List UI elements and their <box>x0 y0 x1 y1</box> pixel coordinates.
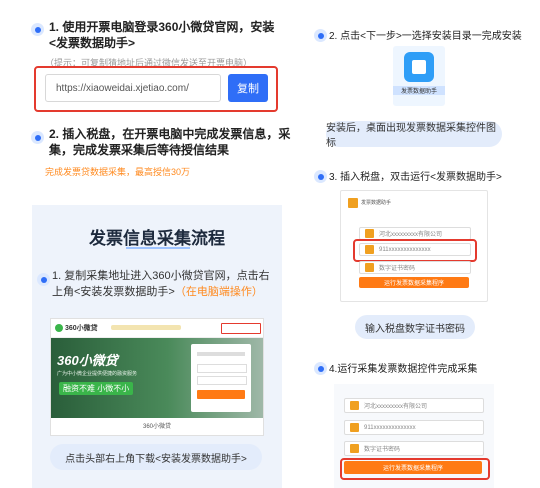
site-hero: 360小微贷 广为中小微企业提供便捷的融资服务 融资不难 小微不小 <box>51 338 263 418</box>
r3-field1-text: 河北xxxxxxxxx有限公司 <box>379 232 443 238</box>
url-field[interactable]: https://xiaoweidai.xjetiao.com/ <box>45 74 221 102</box>
copy-button[interactable]: 复制 <box>228 74 268 102</box>
flow-title-underline <box>126 247 190 249</box>
r4-field3[interactable]: 数字证书密码 <box>344 441 484 456</box>
r-step3-pill: 输入税盘数字证书密码 <box>355 315 475 339</box>
r3-field3-text: 数字证书密码 <box>379 266 416 272</box>
r-step2-pill: 安装后，桌面出现发票数据采集控件图标 <box>326 121 502 149</box>
r3-field3-icon <box>365 263 374 272</box>
app-icon-inner <box>412 60 426 74</box>
step1-line1: 1. 使用开票电脑登录360小微贷官网，安装 <box>49 20 275 34</box>
site-slogan: 融资不难 小微不小 <box>59 382 134 395</box>
site-notice-bar <box>111 325 181 330</box>
site-logo-icon <box>55 324 63 332</box>
site-login-card <box>191 344 251 412</box>
site-hero-text: 360小微贷 <box>57 353 118 368</box>
flow-step1-line2-main: 上角<安装发票数据助手> <box>52 286 175 298</box>
r4-field1-text: 河北xxxxxxxxx有限公司 <box>364 404 428 410</box>
site-hero-sub: 广为中小微企业提供便捷的融资服务 <box>57 371 138 377</box>
r-step3-card: 发票数据助手 河北xxxxxxxxx有限公司 911xxxxxxxxxxxxxx… <box>340 190 488 302</box>
site-logo: 360小微贷 <box>65 325 98 332</box>
r3-field2-text: 911xxxxxxxxxxxxxx <box>379 246 431 253</box>
step2-line2: 集，完成发票采集后等待授信结果 <box>49 143 230 157</box>
step1-bullet-icon <box>31 23 44 36</box>
r3-field3[interactable]: 数字证书密码 <box>359 261 471 274</box>
flow-step1-bullet-icon <box>37 273 50 286</box>
login-line1 <box>197 352 245 356</box>
app-icon <box>404 52 434 82</box>
step1-line2: <发票数据助手> <box>49 36 136 50</box>
r3-run-button[interactable]: 运行发票数据采集程序 <box>359 277 469 288</box>
card-logo-icon <box>348 198 358 208</box>
r4-field3-text: 数字证书密码 <box>364 447 401 453</box>
r-step3-label: 3. 插入税盘，双击运行<发票数据助手> <box>329 172 502 183</box>
r4-field2[interactable]: 911xxxxxxxxxxxxxx <box>344 420 484 435</box>
flow-step1-text: 1. 复制采集地址进入360小微贷官网，点击右 上角<安装发票数据助手>（在电脑… <box>52 268 282 300</box>
r4-field2-text: 911xxxxxxxxxxxxxx <box>364 424 416 431</box>
step2-line1: 2. 插入税盘，在开票电脑中完成发票信息，采 <box>49 127 291 141</box>
login-button[interactable] <box>197 390 245 399</box>
flow-step1-pill: 点击头部右上角下载<安装发票数据助手> <box>50 444 262 470</box>
step2-bullet-icon <box>31 131 44 144</box>
flow-step1-note: （在电脑端操作） <box>174 286 263 298</box>
r4-field1-icon <box>350 401 359 410</box>
r4-field1[interactable]: 河北xxxxxxxxx有限公司 <box>344 398 484 413</box>
step2-orange-note: 完成发票贷数据采集，最高授信30万 <box>45 167 191 177</box>
r3-field1-icon <box>365 229 374 238</box>
app-icon-tile: 发票数据助手 <box>393 46 445 106</box>
login-line2 <box>197 364 247 373</box>
r4-field3-icon <box>350 444 359 453</box>
step1-text: 1. 使用开票电脑登录360小微贷官网，安装 <发票数据助手> <box>49 19 299 51</box>
r-step2-bullet-icon <box>314 29 327 42</box>
flow-step1-line2: 上角<安装发票数据助手>（在电脑端操作） <box>52 284 282 300</box>
site-install-button[interactable] <box>221 323 261 334</box>
r-step4-label: 4.运行采集发票数据控件完成采集 <box>329 364 478 375</box>
flow-step1-line1: 1. 复制采集地址进入360小微贷官网，点击右 <box>52 270 270 282</box>
website-screenshot: 360小微贷 360小微贷 广为中小微企业提供便捷的融资服务 融资不难 小微不小… <box>50 318 264 436</box>
r-step3-bullet-icon <box>314 170 327 183</box>
app-icon-label: 发票数据助手 <box>393 86 445 95</box>
site-caption: 360小微贷 <box>142 424 171 430</box>
r3-field2-icon <box>365 245 374 254</box>
r-step4-panel: 河北xxxxxxxxx有限公司 911xxxxxxxxxxxxxx 数字证书密码… <box>334 384 494 488</box>
login-line3 <box>197 376 247 385</box>
r-step2-label: 2. 点击<下一步>一选择安装目录一完成安装 <box>329 31 522 42</box>
card-title: 发票数据助手 <box>361 200 392 206</box>
r4-run-button[interactable]: 运行发票数据采集程序 <box>344 461 482 474</box>
r-step4-bullet-icon <box>314 362 327 375</box>
flow-title: 发票信息采集流程 <box>89 229 225 248</box>
step2-text: 2. 插入税盘，在开票电脑中完成发票信息，采 集，完成发票采集后等待授信结果 <box>49 126 299 158</box>
site-header: 360小微贷 <box>51 319 263 338</box>
r3-field2[interactable]: 911xxxxxxxxxxxxxx <box>359 243 471 256</box>
r4-field2-icon <box>350 423 359 432</box>
